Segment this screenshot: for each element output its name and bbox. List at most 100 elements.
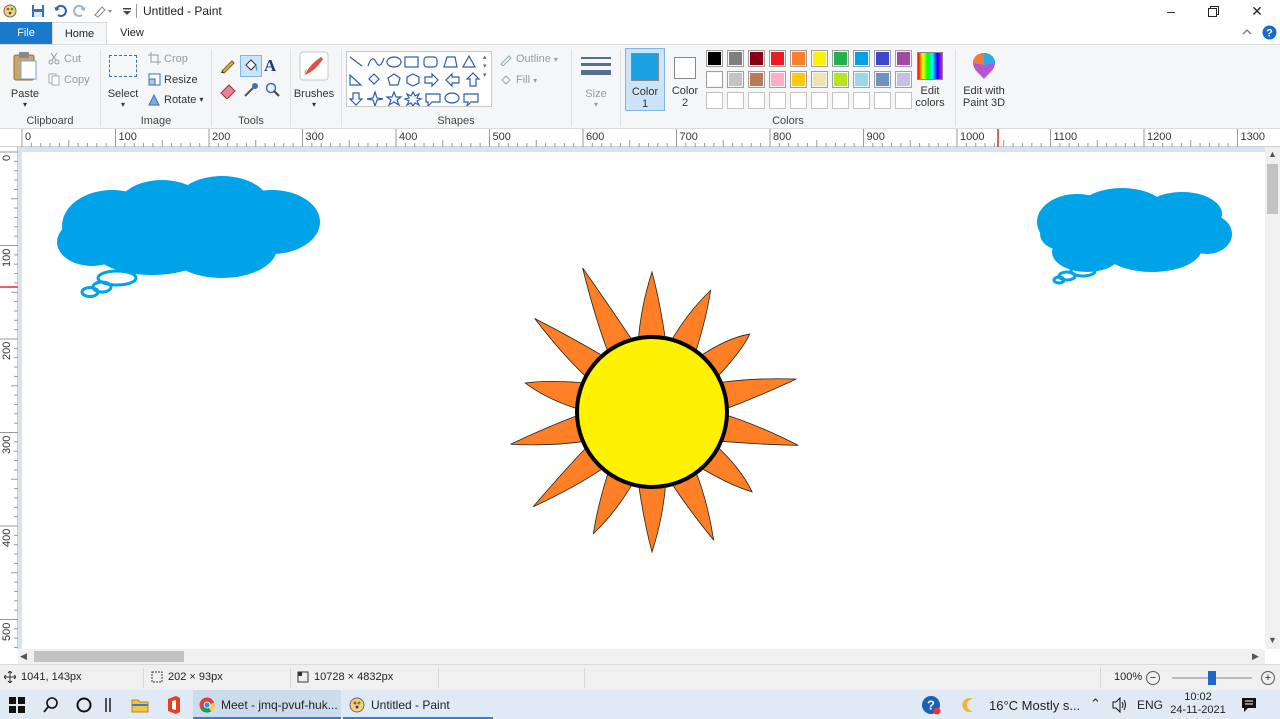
palette-custom-slot[interactable] [706, 92, 723, 109]
palette-custom-slot[interactable] [895, 92, 912, 109]
help-icon[interactable]: ? [1262, 25, 1277, 43]
palette-custom-slot[interactable] [811, 92, 828, 109]
palette-color-swatch[interactable] [874, 71, 891, 88]
clock-date: 24-11-2021 [1170, 704, 1226, 716]
horizontal-scroll-thumb[interactable] [34, 651, 184, 662]
task-view-button[interactable] [100, 694, 116, 716]
qat-dropdown-icon[interactable] [119, 3, 135, 19]
size-button[interactable]: Size ▾ [576, 49, 616, 111]
scroll-left-arrow[interactable]: ◀ [20, 651, 27, 662]
palette-color-swatch[interactable] [769, 71, 786, 88]
outline-button[interactable]: Outline ▾ [499, 52, 558, 66]
zoom-in-button[interactable]: + [1261, 671, 1275, 685]
crop-button[interactable]: Crop [148, 52, 188, 65]
tab-file[interactable]: File [0, 22, 52, 44]
language-indicator[interactable]: ENG [1137, 698, 1163, 712]
palette-color-swatch[interactable] [811, 50, 828, 67]
palette-color-swatch[interactable] [811, 71, 828, 88]
scroll-down-arrow[interactable]: ▼ [1268, 635, 1277, 645]
color1-button[interactable]: Color 1 [625, 48, 665, 111]
close-button[interactable]: ✕ [1235, 0, 1279, 22]
vertical-scrollbar[interactable]: ▲ ▼ [1265, 147, 1280, 649]
paint-app-icon[interactable] [2, 3, 18, 19]
palette-color-swatch[interactable] [832, 50, 849, 67]
shapes-gallery[interactable] [346, 51, 492, 108]
brushes-button[interactable]: Brushes ▾ [292, 49, 336, 111]
paint3d-label-line1: Edit with [963, 85, 1005, 97]
cut-button[interactable]: Cut [48, 52, 81, 65]
palette-color-swatch[interactable] [748, 71, 765, 88]
taskbar-app-meet[interactable]: Meet - jmq-pvuf-huk... [193, 690, 341, 719]
rotate-button[interactable]: Rotate ▾ [148, 93, 203, 106]
edit-colors-button[interactable]: Edit colors [912, 49, 950, 111]
color2-button[interactable]: Color 2 [666, 49, 704, 111]
palette-color-swatch[interactable] [790, 71, 807, 88]
office-button[interactable] [163, 694, 185, 716]
cortana-button[interactable] [73, 694, 95, 716]
collapse-ribbon-icon[interactable] [1241, 26, 1253, 41]
horizontal-scrollbar[interactable]: ◀ ▶ [18, 649, 1265, 664]
palette-custom-slot[interactable] [853, 92, 870, 109]
customize-qat-icon[interactable] [92, 3, 116, 19]
redo-icon[interactable] [72, 3, 88, 19]
scroll-up-arrow[interactable]: ▲ [1268, 149, 1277, 159]
minimize-button[interactable]: – [1149, 0, 1193, 22]
palette-color-swatch[interactable] [727, 50, 744, 67]
palette-color-swatch[interactable] [895, 71, 912, 88]
file-explorer-button[interactable] [129, 694, 151, 716]
magnifier-tool[interactable] [264, 81, 284, 101]
palette-custom-slot[interactable] [874, 92, 891, 109]
notifications-icon[interactable] [1239, 694, 1259, 716]
palette-color-swatch[interactable] [874, 50, 891, 67]
volume-icon[interactable] [1110, 694, 1130, 716]
palette-color-swatch[interactable] [706, 71, 723, 88]
eraser-tool[interactable] [219, 81, 239, 101]
tab-view[interactable]: View [107, 22, 157, 44]
clock[interactable]: 10:02 24-11-2021 [1170, 691, 1226, 717]
fill-tool[interactable] [240, 55, 262, 77]
color-picker-tool[interactable] [242, 81, 262, 101]
windows-start-button[interactable] [6, 694, 28, 716]
palette-color-swatch[interactable] [853, 50, 870, 67]
save-icon[interactable] [30, 3, 46, 19]
palette-color-swatch[interactable] [706, 50, 723, 67]
zoom-out-button[interactable]: − [1146, 671, 1160, 685]
tab-home[interactable]: Home [52, 22, 107, 44]
shapes-scroll-arrows[interactable]: ▴ ▾ ▾ [483, 53, 487, 80]
zoom-slider-thumb[interactable] [1208, 671, 1216, 685]
edit-with-paint3d-button[interactable]: Edit with Paint 3D [958, 49, 1010, 111]
rotate-dropdown-arrow: ▾ [199, 95, 204, 104]
palette-color-swatch[interactable] [748, 50, 765, 67]
help-tray-icon[interactable]: ? [920, 694, 942, 716]
palette-custom-slot[interactable] [790, 92, 807, 109]
palette-color-swatch[interactable] [832, 71, 849, 88]
palette-color-swatch[interactable] [790, 50, 807, 67]
search-button[interactable] [40, 694, 62, 716]
palette-custom-slot[interactable] [769, 92, 786, 109]
vertical-scroll-thumb[interactable] [1267, 164, 1278, 214]
fill-button[interactable]: Fill ▾ [499, 73, 537, 87]
palette-custom-slot[interactable] [727, 92, 744, 109]
palette-color-swatch[interactable] [895, 50, 912, 67]
restore-button[interactable] [1191, 0, 1235, 22]
palette-color-swatch[interactable] [853, 71, 870, 88]
palette-color-swatch[interactable] [769, 50, 786, 67]
select-button[interactable]: Select ▾ [106, 49, 140, 111]
show-hidden-icons-icon[interactable]: ⌃ [1090, 696, 1101, 712]
palette-color-swatch[interactable] [727, 71, 744, 88]
palette-custom-slot[interactable] [832, 92, 849, 109]
pencil-tool[interactable] [219, 56, 239, 76]
copy-button[interactable]: Copy [48, 73, 90, 86]
weather-text[interactable]: 16°C Mostly s... [989, 698, 1080, 713]
text-tool-icon[interactable]: A [264, 56, 276, 76]
drawing-canvas[interactable] [22, 152, 1265, 649]
resize-button[interactable]: Resize [148, 73, 198, 86]
weather-icon[interactable] [958, 694, 980, 716]
image-size: 10728 × 4832px [297, 671, 393, 683]
fill-bucket-icon [245, 59, 258, 71]
palette-custom-slot[interactable] [748, 92, 765, 109]
taskbar-app-paint[interactable]: Untitled - Paint [343, 690, 493, 719]
undo-icon[interactable] [52, 3, 68, 19]
scroll-right-arrow[interactable]: ▶ [1252, 651, 1259, 662]
paste-button[interactable]: Paste ▾ [6, 49, 44, 111]
